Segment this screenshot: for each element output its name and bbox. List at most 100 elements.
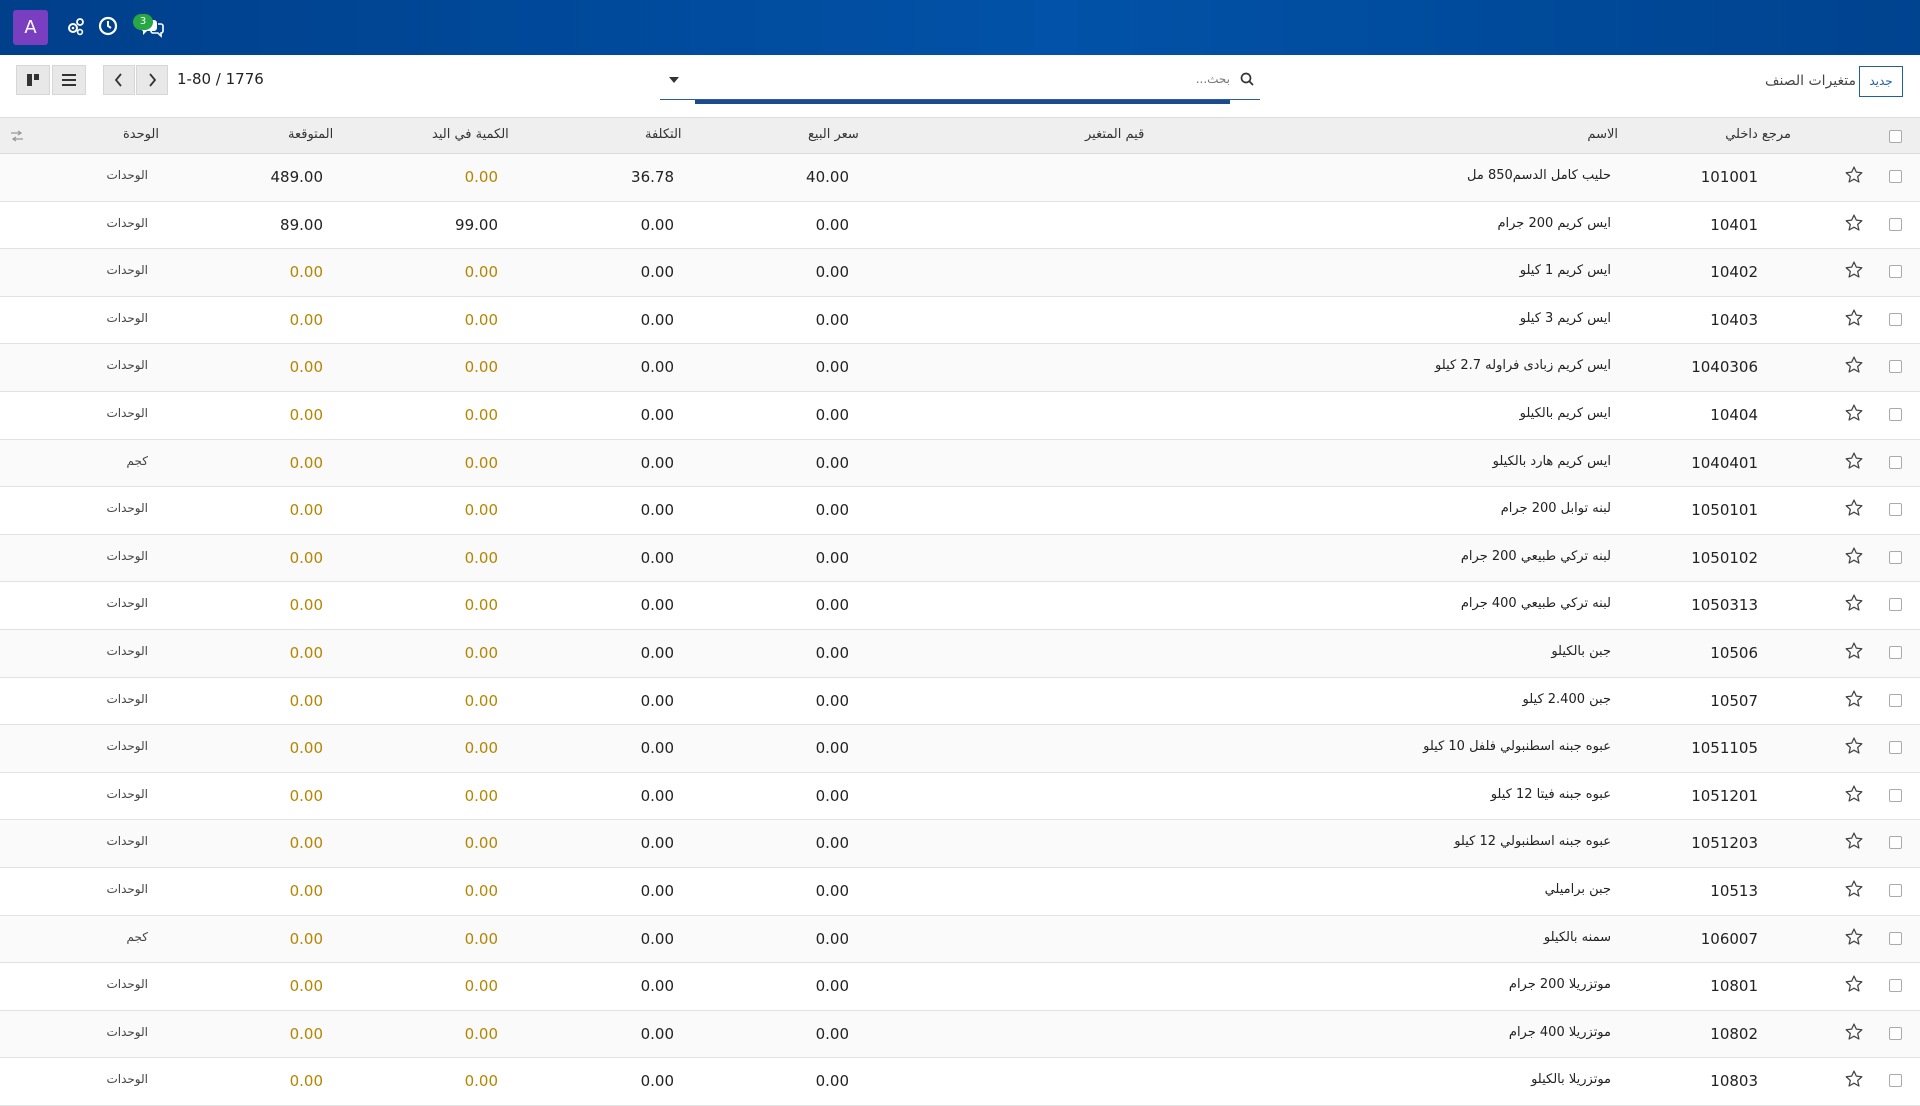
row-checkbox[interactable] <box>1889 265 1902 279</box>
column-header-ref[interactable]: مرجع داخلي <box>1725 127 1791 142</box>
table-row[interactable]: 1040306 ايس كريم زبادى فراوله 2.7 كيلو 0.0… <box>0 344 1920 392</box>
chevron-right-icon <box>149 73 157 87</box>
cell-name: ايس كريم بالكيلو <box>1519 405 1611 421</box>
cell-cost: 0.00 <box>640 834 674 853</box>
cell-uom: كجم <box>126 453 148 468</box>
column-header-cost[interactable]: التكلفة <box>645 127 682 142</box>
row-checkbox[interactable] <box>1889 836 1902 850</box>
table-row[interactable]: 10802 موتزريلا 400 جرام 0.00 0.00 0.00 0.00 ال… <box>0 1010 1920 1059</box>
cell-ref: 1051105 <box>1691 739 1758 758</box>
row-checkbox[interactable] <box>1889 455 1902 469</box>
column-header-qty-on-hand[interactable]: الكمية في اليد <box>432 127 509 142</box>
cell-uom: الوحدات <box>106 977 148 992</box>
column-header-sale-price[interactable]: سعر البيع <box>808 127 859 142</box>
row-checkbox[interactable] <box>1889 741 1902 755</box>
new-button[interactable]: جديد <box>1859 66 1903 97</box>
star-icon[interactable] <box>1844 736 1864 756</box>
star-icon[interactable] <box>1844 451 1864 471</box>
star-icon[interactable] <box>1844 784 1864 804</box>
row-checkbox[interactable] <box>1889 598 1902 612</box>
row-checkbox[interactable] <box>1889 550 1902 564</box>
cell-forecast: 0.00 <box>289 739 323 758</box>
row-checkbox[interactable] <box>1889 693 1902 707</box>
table-row[interactable]: 106007 سمنه بالكيلو 0.00 0.00 0.00 0.00 كجم <box>0 915 1920 964</box>
table-row[interactable]: 10401 ايس كريم 200 جرام 0.00 0.00 99.00 89.00… <box>0 202 1920 250</box>
cell-qty-on-hand: 0.00 <box>464 168 498 186</box>
row-checkbox[interactable] <box>1889 312 1902 326</box>
cell-cost: 0.00 <box>640 643 674 662</box>
star-icon[interactable] <box>1844 1069 1864 1089</box>
star-icon[interactable] <box>1844 927 1864 947</box>
row-checkbox[interactable] <box>1889 645 1902 659</box>
row-checkbox[interactable] <box>1889 503 1902 517</box>
table-row[interactable]: 10513 جبن براميلي 0.00 0.00 0.00 0.00 الوحدات <box>0 868 1920 916</box>
star-icon[interactable] <box>1844 974 1864 994</box>
cell-uom: الوحدات <box>106 405 148 420</box>
table-row[interactable]: 101001 حليب كامل الدسم850 مل 40.00 36.78 0.0… <box>0 154 1920 202</box>
table-row[interactable]: 10403 ايس كريم 3 كيلو 0.00 0.00 0.00 0.00 الوح… <box>0 297 1920 345</box>
pager-next-button[interactable] <box>136 65 168 95</box>
kanban-view-button[interactable] <box>16 65 50 95</box>
star-icon[interactable] <box>1844 593 1864 613</box>
row-checkbox[interactable] <box>1889 407 1902 421</box>
table-row[interactable]: 10803 موتزريلا بالكيلو 0.00 0.00 0.00 0.00 الو… <box>0 1058 1920 1106</box>
star-icon[interactable] <box>1844 1022 1864 1042</box>
messages-badge: 3 <box>133 14 153 30</box>
user-avatar[interactable]: A <box>13 10 48 45</box>
list-view-button[interactable] <box>52 65 86 95</box>
star-icon[interactable] <box>1844 213 1864 233</box>
star-icon[interactable] <box>1844 689 1864 709</box>
star-icon[interactable] <box>1844 546 1864 566</box>
star-icon[interactable] <box>1844 355 1864 375</box>
cell-forecast: 0.00 <box>289 691 323 710</box>
column-header-name[interactable]: الاسم <box>1587 127 1618 142</box>
star-icon[interactable] <box>1844 879 1864 899</box>
row-checkbox[interactable] <box>1889 1074 1902 1088</box>
column-header-variant-values[interactable]: قيم المتغير <box>1085 127 1144 142</box>
clock-icon[interactable] <box>97 14 123 40</box>
pager-value[interactable]: 1-80 / 1776 <box>177 70 264 88</box>
row-checkbox[interactable] <box>1889 360 1902 374</box>
row-checkbox[interactable] <box>1889 217 1902 231</box>
table-row[interactable]: 10402 ايس كريم 1 كيلو 0.00 0.00 0.00 0.00 الوح… <box>0 249 1920 297</box>
star-icon[interactable] <box>1844 308 1864 328</box>
cell-uom: الوحدات <box>106 786 148 801</box>
row-checkbox[interactable] <box>1889 931 1902 945</box>
star-icon[interactable] <box>1844 831 1864 851</box>
cell-sale-price: 40.00 <box>806 168 849 186</box>
pager-previous-button[interactable] <box>103 65 135 95</box>
cell-name: ايس كريم 3 كيلو <box>1519 310 1611 326</box>
table-row[interactable]: 1051203 عبوه جبنه اسطنبولي 12 كيلو 0.00 0.0… <box>0 820 1920 868</box>
cell-ref: 10403 <box>1710 310 1758 329</box>
search-input[interactable] <box>694 65 1244 93</box>
row-checkbox[interactable] <box>1889 788 1902 802</box>
table-row[interactable]: 10507 جبن 2.400 كيلو 0.00 0.00 0.00 0.00 الوحد… <box>0 678 1920 726</box>
row-checkbox[interactable] <box>1889 883 1902 897</box>
table-row[interactable]: 10506 جبن بالكيلو 0.00 0.00 0.00 0.00 الوحدات <box>0 629 1920 678</box>
table-row[interactable]: 10404 ايس كريم بالكيلو 0.00 0.00 0.00 0.00 الو… <box>0 392 1920 440</box>
star-icon[interactable] <box>1844 260 1864 280</box>
table-row[interactable]: 1050102 لبنه تركي طبيعي 200 جرام 0.00 0.00 0… <box>0 534 1920 583</box>
row-checkbox[interactable] <box>1889 170 1902 183</box>
table-row[interactable]: 1040401 ايس كريم هارد بالكيلو 0.00 0.00 0.00… <box>0 439 1920 488</box>
cell-forecast: 0.00 <box>289 263 323 282</box>
table-row[interactable]: 1050101 لبنه توابل 200 جرام 0.00 0.00 0.00 0.… <box>0 487 1920 535</box>
star-icon[interactable] <box>1844 498 1864 518</box>
table-row[interactable]: 1051201 عبوه جبنه فيتا 12 كيلو 0.00 0.00 0.0… <box>0 773 1920 821</box>
search-icon[interactable] <box>1240 72 1254 86</box>
page-title: متغيرات الصنف <box>1765 73 1856 89</box>
optional-columns-icon[interactable] <box>10 130 24 142</box>
settings-users-icon[interactable] <box>66 14 92 40</box>
caret-down-icon[interactable] <box>668 76 680 84</box>
row-checkbox[interactable] <box>1889 979 1902 993</box>
select-all-checkbox[interactable] <box>1889 130 1902 143</box>
star-icon[interactable] <box>1844 641 1864 661</box>
table-row[interactable]: 10801 موتزريلا 200 جرام 0.00 0.00 0.00 0.00 ال… <box>0 963 1920 1011</box>
table-row[interactable]: 1051105 عبوه جبنه اسطنبولي فلفل 10 كيلو 0.… <box>0 725 1920 773</box>
star-icon[interactable] <box>1844 165 1864 185</box>
column-header-uom[interactable]: الوحدة <box>123 127 159 142</box>
star-icon[interactable] <box>1844 403 1864 423</box>
row-checkbox[interactable] <box>1889 1026 1902 1040</box>
column-header-forecast[interactable]: المتوقعة <box>288 127 333 142</box>
table-row[interactable]: 1050313 لبنه تركي طبيعي 400 جرام 0.00 0.00 0… <box>0 582 1920 630</box>
